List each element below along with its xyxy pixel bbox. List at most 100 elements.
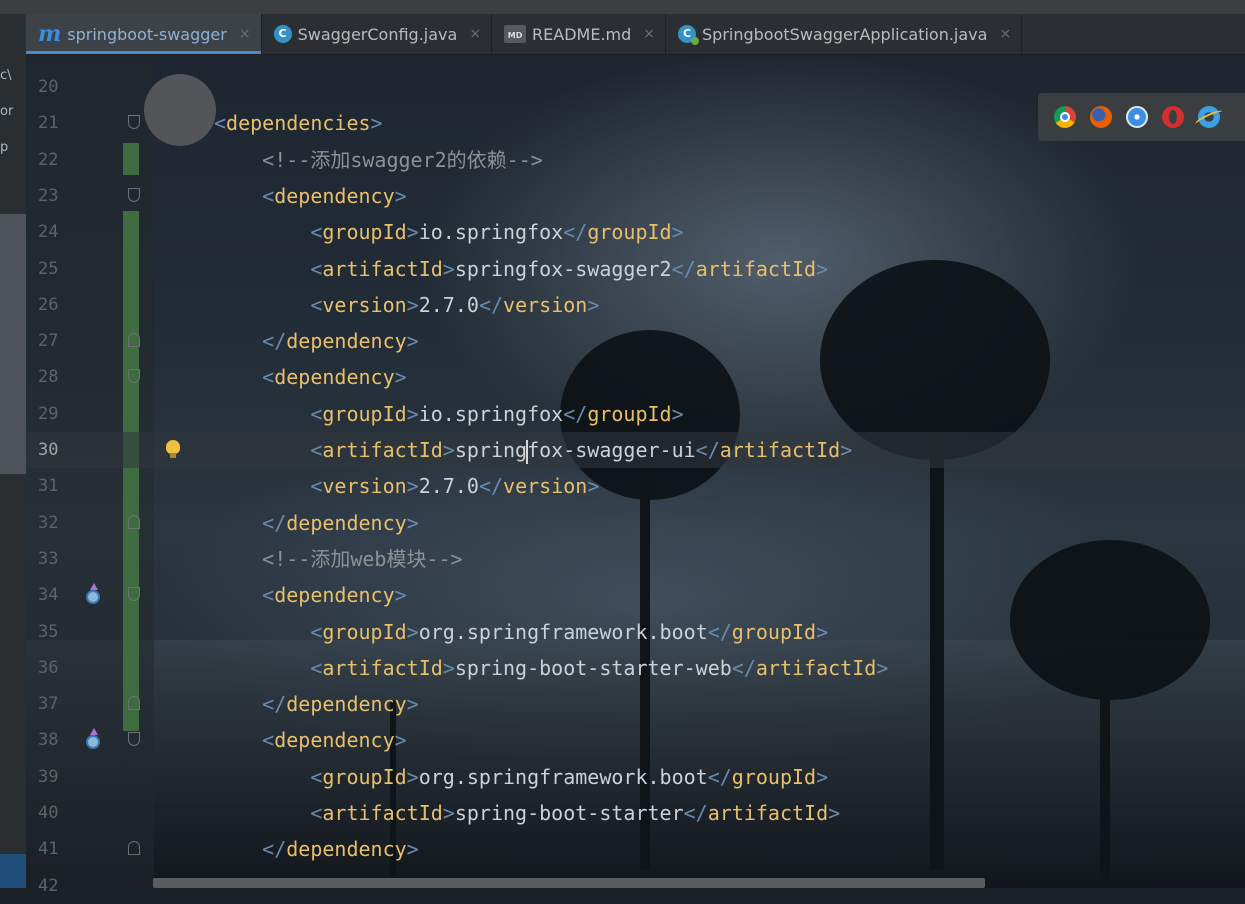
code-line[interactable]: 26 <version>2.7.0</version> bbox=[26, 287, 1245, 323]
code-text[interactable]: <artifactId>springfox-swagger-ui</artifa… bbox=[214, 432, 852, 468]
code-token: > bbox=[587, 474, 600, 499]
code-text[interactable]: <artifactId>springfox-swagger2</artifact… bbox=[214, 251, 828, 287]
code-token: < bbox=[214, 183, 275, 208]
tab-springboot-swagger[interactable]: m springboot-swagger × bbox=[26, 14, 262, 54]
code-token: < bbox=[214, 764, 323, 789]
code-line[interactable]: 28 <dependency> bbox=[26, 359, 1245, 395]
code-line[interactable]: 37 </dependency> bbox=[26, 686, 1245, 722]
code-line[interactable]: 33 <!--添加web模块--> bbox=[26, 541, 1245, 577]
code-text[interactable]: </dependency> bbox=[214, 831, 419, 867]
code-token: dependency bbox=[286, 329, 407, 354]
code-line[interactable]: 30 <artifactId>springfox-swagger-ui</art… bbox=[26, 432, 1245, 468]
code-token: > bbox=[406, 764, 419, 789]
code-text[interactable]: <!--添加web模块--> bbox=[214, 541, 462, 577]
code-token: </ bbox=[563, 220, 588, 245]
fold-marker-icon[interactable] bbox=[128, 333, 140, 348]
code-token: dependency bbox=[274, 583, 395, 608]
code-text[interactable]: <groupId>org.springframework.boot</group… bbox=[214, 614, 828, 650]
code-text[interactable]: <dependency> bbox=[214, 178, 407, 214]
fold-marker-icon[interactable] bbox=[128, 115, 140, 130]
code-line[interactable]: 41 </dependency> bbox=[26, 831, 1245, 867]
intention-lightbulb-icon[interactable] bbox=[166, 440, 180, 458]
line-number: 22 bbox=[38, 149, 59, 170]
fold-marker-icon[interactable] bbox=[128, 514, 140, 529]
code-line[interactable]: 35 <groupId>org.springframework.boot</gr… bbox=[26, 614, 1245, 650]
code-line[interactable]: 39 <groupId>org.springframework.boot</gr… bbox=[26, 759, 1245, 795]
code-text[interactable]: </dependency> bbox=[214, 686, 419, 722]
code-text[interactable]: </dependency> bbox=[214, 323, 419, 359]
maven-dependency-gutter-icon[interactable] bbox=[86, 583, 102, 605]
code-line[interactable]: 25 <artifactId>springfox-swagger2</artif… bbox=[26, 251, 1245, 287]
close-icon[interactable]: × bbox=[239, 26, 251, 42]
code-text[interactable]: </dependency> bbox=[214, 505, 419, 541]
code-text[interactable]: <dependencies> bbox=[214, 105, 383, 141]
spring-app-class-icon: C bbox=[678, 25, 700, 45]
firefox-icon[interactable] bbox=[1090, 106, 1112, 128]
code-token: artifactId bbox=[707, 801, 829, 825]
editor-tab-bar: m springboot-swagger × C SwaggerConfig.j… bbox=[26, 14, 1245, 55]
code-token: org.springframework.boot bbox=[418, 764, 708, 789]
code-token: version bbox=[503, 474, 588, 499]
line-number: 29 bbox=[38, 403, 59, 424]
close-icon[interactable]: × bbox=[999, 26, 1011, 42]
line-number: 26 bbox=[38, 294, 59, 315]
code-text[interactable]: <artifactId>spring-boot-starter-web</art… bbox=[214, 650, 888, 686]
code-text[interactable]: <version>2.7.0</version> bbox=[214, 287, 599, 323]
code-text[interactable]: <version>2.7.0</version> bbox=[214, 468, 599, 504]
code-text[interactable]: <dependency> bbox=[214, 359, 407, 395]
code-token: dependency bbox=[286, 837, 407, 862]
code-text[interactable]: <dependency> bbox=[214, 577, 407, 613]
code-text[interactable]: <groupId>org.springframework.boot</group… bbox=[214, 759, 828, 795]
code-token: > bbox=[442, 655, 455, 680]
code-line[interactable]: 38 <dependency> bbox=[26, 722, 1245, 758]
code-token: > bbox=[442, 256, 455, 281]
code-line[interactable]: 34 <dependency> bbox=[26, 577, 1245, 613]
code-line[interactable]: 27 </dependency> bbox=[26, 323, 1245, 359]
code-text[interactable]: <groupId>io.springfox</groupId> bbox=[214, 214, 683, 250]
tab-springboot-swagger-application[interactable]: C SpringbootSwaggerApplication.java × bbox=[666, 14, 1023, 54]
code-line[interactable]: 31 <version>2.7.0</version> bbox=[26, 468, 1245, 504]
code-line[interactable]: 36 <artifactId>spring-boot-starter-web</… bbox=[26, 650, 1245, 686]
code-editor[interactable]: 20 21 <dependencies> 22 <!--添加swagger2的依赖--… bbox=[26, 55, 1245, 896]
fold-marker-icon[interactable] bbox=[128, 587, 140, 602]
code-token: > bbox=[394, 728, 407, 753]
code-line[interactable]: 24 <groupId>io.springfox</groupId> bbox=[26, 214, 1245, 250]
fold-marker-icon[interactable] bbox=[128, 369, 140, 384]
close-icon[interactable]: × bbox=[469, 26, 481, 42]
code-token: dependency bbox=[286, 692, 407, 717]
code-token: > bbox=[406, 619, 419, 644]
horizontal-scrollbar[interactable] bbox=[153, 878, 985, 888]
code-line[interactable]: 23 <dependency> bbox=[26, 178, 1245, 214]
fold-marker-icon[interactable] bbox=[128, 187, 140, 202]
code-token: groupId bbox=[322, 619, 407, 644]
code-token: </ bbox=[214, 510, 287, 535]
code-text[interactable]: <artifactId>spring-boot-starter</artifac… bbox=[214, 795, 840, 831]
fold-marker-icon[interactable] bbox=[128, 732, 140, 747]
code-line[interactable]: 40 <artifactId>spring-boot-starter</arti… bbox=[26, 795, 1245, 831]
code-token: < bbox=[214, 292, 323, 317]
code-token: dependency bbox=[274, 183, 395, 208]
code-text[interactable]: <groupId>io.springfox</groupId> bbox=[214, 396, 683, 432]
code-token: < bbox=[214, 728, 275, 753]
project-panel-edge[interactable]: c\ or p bbox=[0, 14, 26, 888]
chrome-icon[interactable] bbox=[1054, 106, 1076, 128]
code-token: </ bbox=[478, 292, 504, 317]
fold-marker-icon[interactable] bbox=[128, 841, 140, 856]
line-number: 30 bbox=[38, 440, 59, 460]
code-line[interactable]: 22 <!--添加swagger2的依赖--> bbox=[26, 142, 1245, 178]
maven-dependency-gutter-icon[interactable] bbox=[86, 728, 102, 750]
safari-icon[interactable] bbox=[1126, 106, 1148, 128]
opera-icon[interactable] bbox=[1162, 106, 1184, 128]
tab-readme[interactable]: MD README.md × bbox=[492, 14, 667, 54]
code-token: > bbox=[406, 220, 419, 245]
close-icon[interactable]: × bbox=[643, 26, 655, 42]
code-line[interactable]: 29 <groupId>io.springfox</groupId> bbox=[26, 396, 1245, 432]
fold-marker-icon[interactable] bbox=[128, 696, 140, 711]
code-text[interactable]: <!--添加swagger2的依赖--> bbox=[214, 142, 543, 178]
code-token: > bbox=[406, 329, 419, 354]
internet-explorer-icon[interactable] bbox=[1198, 106, 1220, 128]
code-token: org.springframework.boot bbox=[418, 619, 708, 644]
code-text[interactable]: <dependency> bbox=[214, 722, 407, 758]
tab-swaggerconfig[interactable]: C SwaggerConfig.java × bbox=[262, 14, 493, 54]
code-line[interactable]: 32 </dependency> bbox=[26, 505, 1245, 541]
